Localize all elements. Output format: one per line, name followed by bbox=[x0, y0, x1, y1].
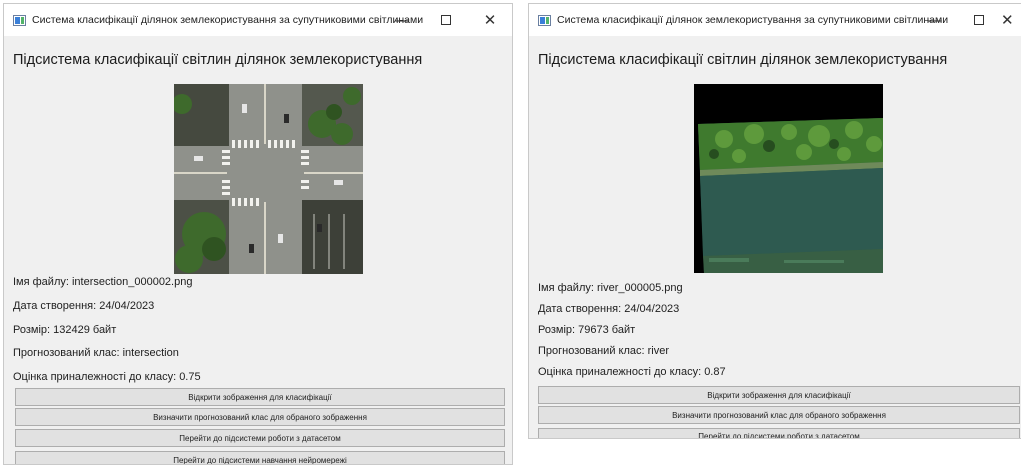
title-bar[interactable]: Система класифікації ділянок землекорист… bbox=[4, 4, 512, 36]
satellite-image-intersection bbox=[174, 84, 363, 274]
classifier-window-river: Система класифікації ділянок землекорист… bbox=[528, 3, 1021, 439]
predicted-class-label: Прогнозований клас: intersection bbox=[13, 347, 179, 359]
goto-dataset-button[interactable]: Перейти до підсистеми роботи з датасетом bbox=[538, 428, 1020, 438]
subsystem-heading: Підсистема класифікації світлин ділянок … bbox=[538, 52, 948, 68]
title-bar[interactable]: Система класифікації ділянок землекорист… bbox=[529, 4, 1021, 36]
class-score-label: Оцінка приналежності до класу: 0.87 bbox=[538, 366, 726, 378]
intersection-aerial-photo bbox=[174, 84, 363, 274]
satellite-image-river bbox=[694, 84, 883, 273]
minimize-button[interactable]: — bbox=[913, 4, 957, 36]
minimize-button[interactable]: — bbox=[380, 4, 424, 36]
predicted-class-label: Прогнозований клас: river bbox=[538, 345, 669, 357]
close-icon: ✕ bbox=[483, 11, 497, 29]
maximize-button[interactable] bbox=[424, 4, 468, 36]
close-button[interactable]: ✕ bbox=[468, 4, 512, 36]
open-image-button[interactable]: Відкрити зображення для класифікації bbox=[15, 388, 505, 406]
creation-date-label: Дата створення: 24/04/2023 bbox=[538, 303, 680, 315]
maximize-icon bbox=[441, 15, 451, 25]
window-title: Система класифікації ділянок землекорист… bbox=[557, 14, 949, 26]
creation-date-label: Дата створення: 24/04/2023 bbox=[13, 300, 155, 312]
class-score-label: Оцінка приналежності до класу: 0.75 bbox=[13, 371, 201, 383]
file-name-label: Імя файлу: intersection_000002.png bbox=[13, 276, 193, 288]
predict-class-button[interactable]: Визначити прогнозований клас для обраног… bbox=[15, 408, 505, 426]
predict-class-button[interactable]: Визначити прогнозований клас для обраног… bbox=[538, 406, 1020, 424]
minimize-icon: — bbox=[394, 11, 410, 29]
goto-dataset-button[interactable]: Перейти до підсистеми роботи з датасетом bbox=[15, 429, 505, 447]
goto-training-button[interactable]: Перейти до підсистеми навчання нейромере… bbox=[15, 451, 505, 464]
app-icon bbox=[538, 14, 551, 26]
minimize-icon: — bbox=[927, 11, 943, 29]
maximize-button[interactable] bbox=[957, 4, 1001, 36]
file-name-label: Імя файлу: river_000005.png bbox=[538, 282, 683, 294]
window-title: Система класифікації ділянок землекорист… bbox=[32, 14, 424, 26]
subsystem-heading: Підсистема класифікації світлин ділянок … bbox=[13, 52, 423, 68]
window-controls: — ✕ bbox=[380, 4, 512, 36]
open-image-button[interactable]: Відкрити зображення для класифікації bbox=[538, 386, 1020, 404]
file-size-label: Розмір: 79673 байт bbox=[538, 324, 636, 336]
close-icon: ✕ bbox=[1001, 11, 1014, 29]
river-aerial-photo bbox=[694, 84, 883, 273]
window-controls: — ✕ bbox=[913, 4, 1021, 36]
app-icon bbox=[13, 14, 26, 26]
file-size-label: Розмір: 132429 байт bbox=[13, 324, 117, 336]
close-button[interactable]: ✕ bbox=[1001, 4, 1021, 36]
classifier-window-intersection: Система класифікації ділянок землекорист… bbox=[3, 3, 513, 465]
maximize-icon bbox=[974, 15, 984, 25]
